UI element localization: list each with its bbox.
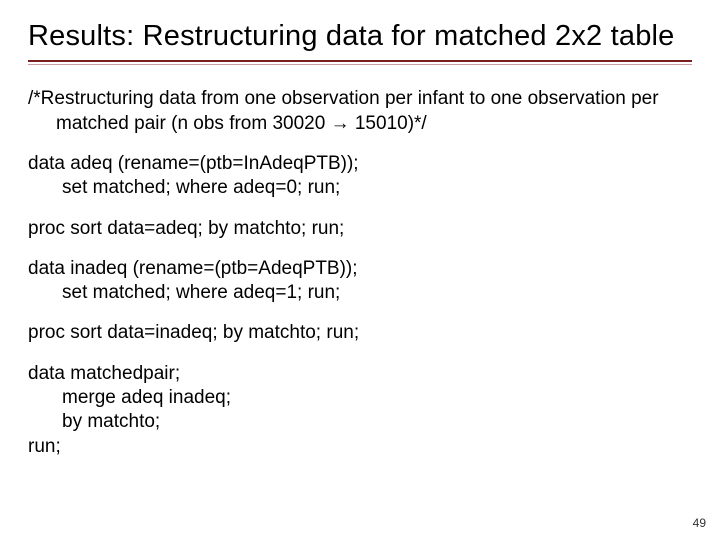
code-line: proc sort data=adeq; by matchto; run; — [28, 217, 692, 241]
code-line: data inadeq (rename=(ptb=AdeqPTB)); — [28, 257, 692, 281]
code-line: by matchto; — [28, 410, 692, 434]
page-number: 49 — [693, 516, 706, 530]
code-line: merge adeq inadeq; — [28, 386, 692, 410]
code-block-data-adeq: data adeq (rename=(ptb=InAdeqPTB)); set … — [28, 152, 692, 201]
code-block-sort-inadeq: proc sort data=inadeq; by matchto; run; — [28, 321, 692, 345]
code-block-data-matchedpair: data matchedpair; merge adeq inadeq; by … — [28, 362, 692, 459]
slide-body: /*Restructuring data from one observatio… — [28, 87, 692, 459]
title-divider — [28, 60, 692, 65]
code-line: set matched; where adeq=1; run; — [28, 281, 692, 305]
code-line: proc sort data=inadeq; by matchto; run; — [28, 321, 692, 345]
code-line: data adeq (rename=(ptb=InAdeqPTB)); — [28, 152, 692, 176]
slide: Results: Restructuring data for matched … — [0, 0, 720, 540]
code-line: data matchedpair; — [28, 362, 692, 386]
code-block-data-inadeq: data inadeq (rename=(ptb=AdeqPTB)); set … — [28, 257, 692, 306]
slide-title: Results: Restructuring data for matched … — [28, 18, 692, 54]
code-line: run; — [28, 435, 692, 459]
sas-comment: /*Restructuring data from one observatio… — [28, 87, 692, 136]
code-line: set matched; where adeq=0; run; — [28, 176, 692, 200]
code-block-sort-adeq: proc sort data=adeq; by matchto; run; — [28, 217, 692, 241]
